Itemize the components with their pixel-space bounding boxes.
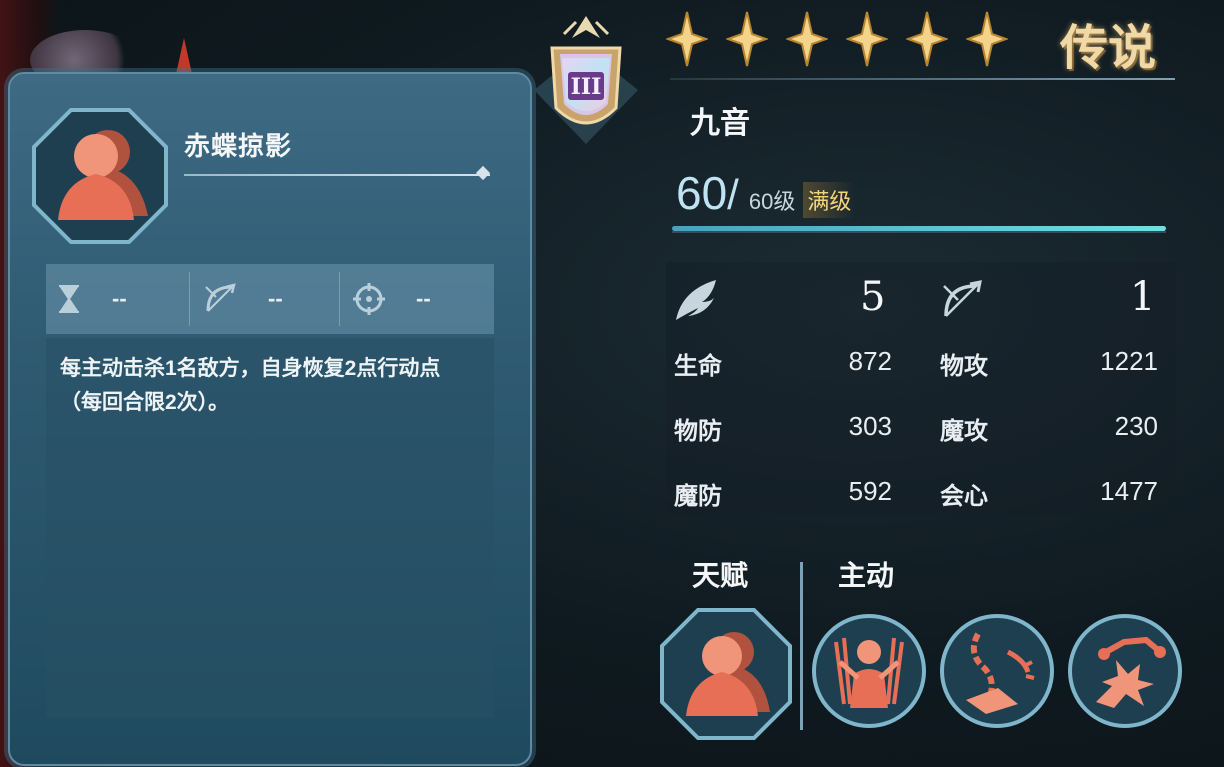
max-level-tag: 满级 (803, 182, 856, 218)
star-icon (666, 11, 708, 67)
level-display: 60 / 60级 满级 (676, 166, 856, 220)
stat-value-patk: 1221 (1100, 346, 1158, 376)
rank-numeral: III (571, 74, 602, 100)
stat-value-crit: 1477 (1100, 476, 1158, 506)
stat-label-patk: 物攻 (940, 353, 988, 380)
bow-range-icon (943, 280, 982, 317)
current-level: 60 (676, 167, 728, 219)
bow-range-icon (205, 283, 236, 312)
skill-name: 赤蝶掠影 (184, 131, 293, 161)
move-value: 5 (860, 274, 886, 320)
stat-value-mdef: 592 (848, 476, 892, 506)
active-section-title: 主动 (838, 560, 895, 591)
stat-value-matk: 230 (1114, 411, 1158, 441)
active-skill-1-icon[interactable] (810, 612, 928, 730)
skill-portrait-icon (32, 108, 168, 244)
active-skill-2-icon[interactable] (938, 612, 1056, 730)
skill-target: -- (352, 264, 431, 334)
star-rating (666, 10, 1008, 68)
rank-badge-icon: III (534, 16, 638, 144)
active-skill-3-icon[interactable] (1066, 612, 1184, 730)
crosshair-icon (353, 283, 385, 315)
skill-name-underline-tip (475, 165, 491, 181)
stat-label-matk: 魔攻 (940, 418, 988, 445)
skill-description: 每主动击杀1名敌方，自身恢复2点行动点（每回合限2次）。 (60, 357, 441, 414)
max-level: 60级 (748, 189, 796, 214)
skill-range: -- (202, 264, 283, 334)
skill-cooldown: -- (56, 264, 127, 334)
attr-divider (339, 272, 340, 326)
skill-name-underline (184, 174, 490, 176)
stat-value-pdef: 303 (848, 411, 892, 441)
skill-detail-panel: 赤蝶掠影 -- -- -- 每主动击杀1名敌方，自身恢复2点行动点（每回合限2次… (8, 72, 532, 766)
hourglass-icon (59, 285, 79, 313)
wing-move-icon (676, 280, 716, 320)
star-icon (846, 11, 888, 67)
background-character-horn (176, 38, 192, 74)
star-icon (906, 11, 948, 67)
character-name: 九音 (690, 107, 750, 140)
rarity-divider (670, 78, 1175, 80)
section-divider (800, 562, 803, 730)
stat-label-crit: 会心 (940, 483, 988, 510)
skill-cooldown-value: -- (112, 286, 127, 311)
attr-divider (189, 272, 190, 326)
stat-value-hp: 872 (848, 346, 892, 376)
stat-label-mdef: 魔防 (674, 483, 722, 510)
stat-label-pdef: 物防 (674, 418, 722, 445)
level-slash: / (727, 171, 739, 218)
skill-target-value: -- (416, 286, 431, 311)
talent-skill-icon[interactable] (658, 606, 794, 742)
rarity-label: 传说 (1060, 20, 1157, 76)
level-progress-track (672, 231, 1166, 233)
star-icon (786, 11, 828, 67)
star-icon (966, 11, 1008, 67)
stat-label-hp: 生命 (674, 353, 722, 380)
skill-attribute-bar: -- -- -- (46, 264, 494, 334)
skill-range-value: -- (268, 286, 283, 311)
star-icon (726, 11, 768, 67)
talent-section-title: 天赋 (692, 560, 749, 591)
range-value: 1 (1130, 274, 1156, 320)
